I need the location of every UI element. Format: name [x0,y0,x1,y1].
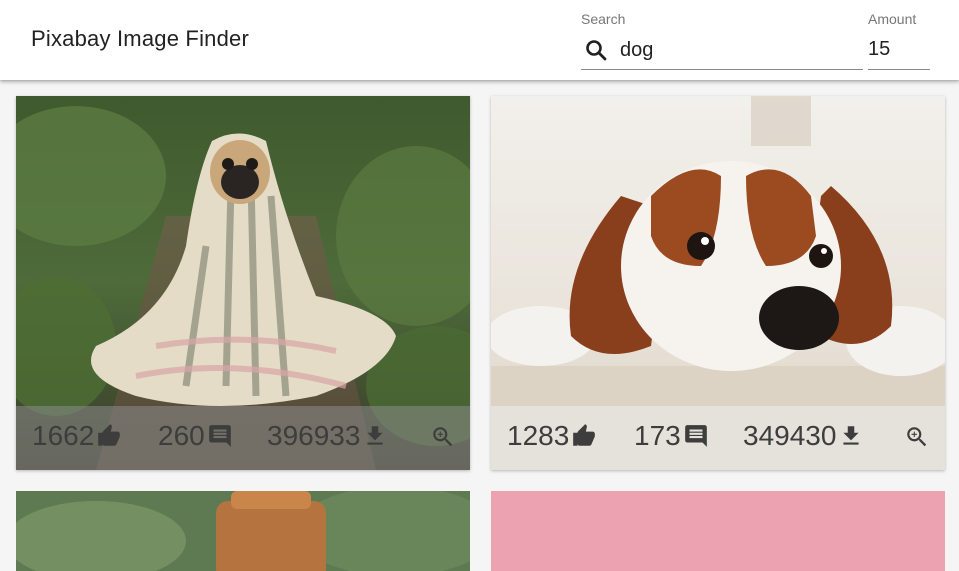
comments-stat: 260 [158,420,233,452]
search-icon [586,40,607,61]
amount-label: Amount [868,11,917,27]
search-label: Search [581,11,626,27]
downloads-count: 396933 [267,420,361,451]
downloads-stat: 396933 [267,420,388,452]
image-card[interactable] [16,491,470,571]
search-input[interactable] [620,36,855,64]
image-card[interactable]: 1662 260 396933 [16,96,470,470]
download-icon [367,426,384,445]
zoom-in-icon[interactable] [904,424,930,450]
image-photo [16,491,470,571]
image-card[interactable]: 1283 173 349430 [491,96,945,470]
image-stats-bar: 1283 173 349430 [491,406,945,470]
app-title: Pixabay Image Finder [31,26,249,51]
thumb-up-icon [98,424,121,446]
downloads-stat: 349430 [743,420,864,452]
app-bar: Pixabay Image Finder Search Amount 15 [0,0,959,80]
comments-stat: 173 [634,420,709,452]
likes-stat: 1662 [32,420,122,452]
likes-stat: 1283 [507,420,597,452]
thumb-up-icon [573,424,596,446]
amount-value: 15 [868,38,891,60]
zoom-in-icon[interactable] [430,424,456,450]
likes-count: 1662 [32,420,95,451]
download-icon [843,426,860,445]
image-card[interactable] [491,491,945,571]
comments-count: 260 [158,420,205,451]
downloads-count: 349430 [743,420,837,451]
image-stats-bar: 1662 260 396933 [16,406,470,470]
comment-icon [208,425,231,447]
comments-count: 173 [634,420,681,451]
amount-select[interactable]: 15 [868,34,930,70]
likes-count: 1283 [507,420,570,451]
search-field[interactable] [581,34,863,70]
image-photo [491,491,945,571]
comment-icon [684,425,707,447]
